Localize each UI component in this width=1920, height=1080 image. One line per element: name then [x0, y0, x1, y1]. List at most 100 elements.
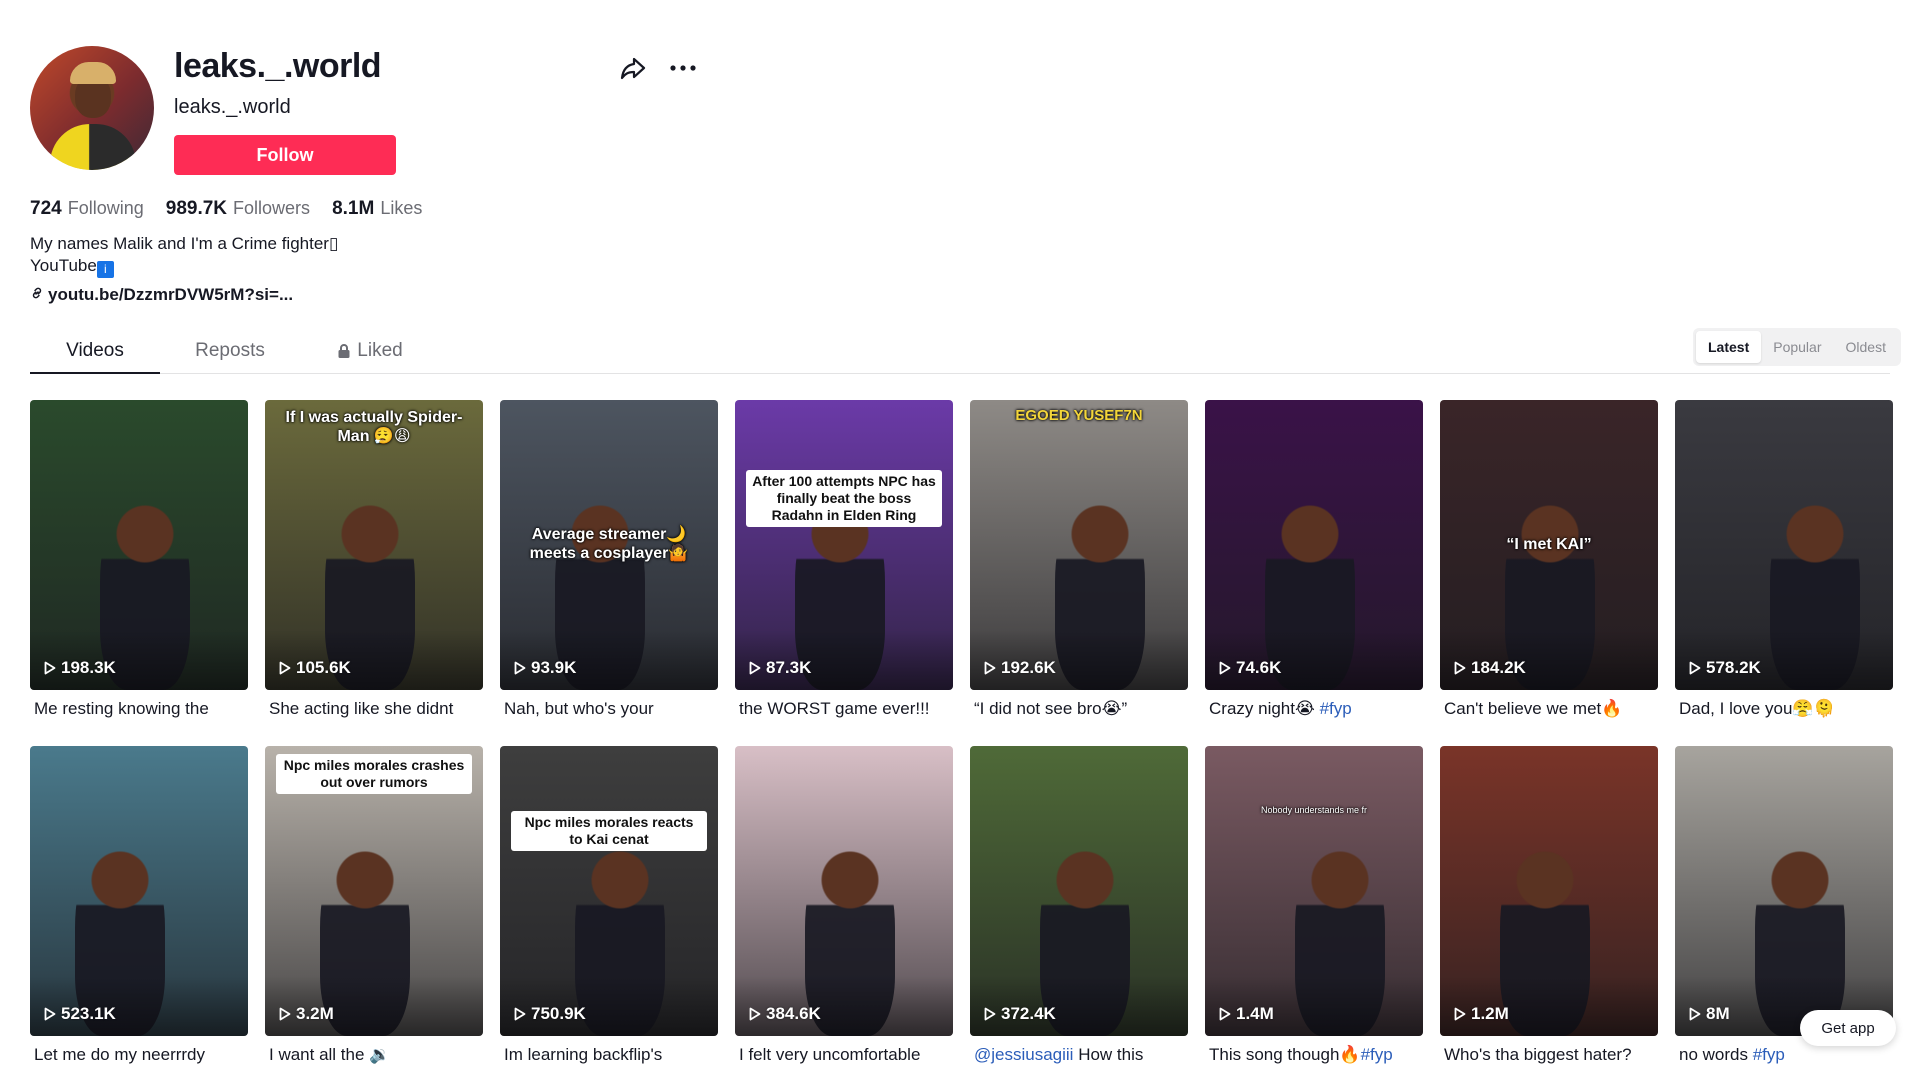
profile-username: leaks._.world — [174, 47, 382, 85]
video-description[interactable]: no words #fyp — [1675, 1044, 1893, 1068]
sort-oldest[interactable]: Oldest — [1834, 331, 1898, 363]
play-icon — [1219, 1007, 1231, 1021]
video-thumbnail[interactable]: Npc miles morales crashes out over rumor… — [265, 746, 483, 1036]
stat-following[interactable]: 724 Following — [30, 198, 144, 220]
video-description[interactable]: Im learning backflip's — [500, 1044, 718, 1068]
play-icon — [1454, 661, 1466, 675]
video-card[interactable]: Average streamer🌙 meets a cosplayer🤷 93.9… — [500, 400, 718, 722]
stat-likes: 8.1M Likes — [332, 198, 423, 219]
profile-actions — [620, 56, 696, 80]
video-card[interactable]: 1.2M Who's tha biggest hater? — [1440, 746, 1658, 1068]
view-count: 1.2M — [1454, 1004, 1509, 1024]
play-icon — [279, 1007, 291, 1021]
video-overlay-text: EGOED YUSEF7N — [1015, 407, 1143, 424]
play-icon — [749, 661, 761, 675]
video-description[interactable]: Me resting knowing the — [30, 698, 248, 722]
hashtag-link[interactable]: #fyp — [1361, 1045, 1393, 1064]
view-count: 372.4K — [984, 1004, 1056, 1024]
video-description[interactable]: Nah, but who's your — [500, 698, 718, 722]
hashtag-link[interactable]: @jessiusagiii — [974, 1045, 1073, 1064]
avatar[interactable] — [30, 46, 154, 170]
video-description[interactable]: Let me do my neerrrdy — [30, 1044, 248, 1068]
video-description[interactable]: This song though🔥#fyp — [1205, 1044, 1423, 1068]
bio-link[interactable]: youtu.be/DzzmrDVW5rM?si=... — [30, 285, 293, 305]
video-description[interactable]: “I did not see bro😭” — [970, 698, 1188, 722]
video-thumbnail[interactable]: “I met KAI” 184.2K — [1440, 400, 1658, 690]
more-icon[interactable] — [670, 64, 696, 72]
play-icon — [1454, 1007, 1466, 1021]
video-thumbnail[interactable]: 8M — [1675, 746, 1893, 1036]
lock-icon — [337, 340, 351, 365]
view-count: 1.4M — [1219, 1004, 1274, 1024]
tab-liked[interactable]: Liked — [300, 332, 440, 374]
play-icon — [279, 661, 291, 675]
link-icon — [30, 285, 44, 305]
tab-reposts[interactable]: Reposts — [160, 332, 300, 374]
video-overlay-text: Nobody understands me fr — [1260, 805, 1368, 815]
play-icon — [44, 661, 56, 675]
video-card[interactable]: Npc miles morales reacts to Kai cenat 750… — [500, 746, 718, 1068]
video-thumbnail[interactable]: If I was actually Spider-Man 😮‍💨😩 105.6K — [265, 400, 483, 690]
play-icon — [1689, 1007, 1701, 1021]
video-thumbnail[interactable]: EGOED YUSEF7N 192.6K — [970, 400, 1188, 690]
hashtag-link[interactable]: #fyp — [1753, 1045, 1785, 1064]
tab-videos[interactable]: Videos — [30, 332, 160, 374]
video-description[interactable]: Crazy night😭 #fyp — [1205, 698, 1423, 722]
play-icon — [984, 1007, 996, 1021]
sort-popular[interactable]: Popular — [1761, 331, 1833, 363]
video-card[interactable]: If I was actually Spider-Man 😮‍💨😩 105.6K S… — [265, 400, 483, 722]
play-icon — [1219, 661, 1231, 675]
video-thumbnail[interactable]: 1.2M — [1440, 746, 1658, 1036]
video-card[interactable]: 372.4K @jessiusagiii How this — [970, 746, 1188, 1068]
video-card[interactable]: Npc miles morales crashes out over rumor… — [265, 746, 483, 1068]
follow-button[interactable]: Follow — [174, 135, 396, 175]
view-count: 198.3K — [44, 658, 116, 678]
view-count: 105.6K — [279, 658, 351, 678]
video-card[interactable]: 74.6K Crazy night😭 #fyp — [1205, 400, 1423, 722]
view-count: 87.3K — [749, 658, 811, 678]
view-count: 523.1K — [44, 1004, 116, 1024]
play-icon — [749, 1007, 761, 1021]
video-card[interactable]: 578.2K Dad, I love you😤🫠 — [1675, 400, 1893, 722]
video-thumbnail[interactable]: 198.3K — [30, 400, 248, 690]
video-thumbnail[interactable]: Average streamer🌙 meets a cosplayer🤷 93.9… — [500, 400, 718, 690]
video-description[interactable]: Who's tha biggest hater? — [1440, 1044, 1658, 1068]
video-card[interactable]: “I met KAI” 184.2K Can't believe we met🔥 — [1440, 400, 1658, 722]
hashtag-link[interactable]: #fyp — [1320, 699, 1352, 718]
play-icon — [1689, 661, 1701, 675]
video-card[interactable]: 523.1K Let me do my neerrrdy — [30, 746, 248, 1068]
view-count: 93.9K — [514, 658, 576, 678]
video-thumbnail[interactable]: 523.1K — [30, 746, 248, 1036]
video-card[interactable]: After 100 attempts NPC has finally beat … — [735, 400, 953, 722]
video-description[interactable]: @jessiusagiii How this — [970, 1044, 1188, 1068]
view-count: 192.6K — [984, 658, 1056, 678]
sort-latest[interactable]: Latest — [1696, 331, 1762, 363]
play-icon — [984, 661, 996, 675]
video-description[interactable]: Dad, I love you😤🫠 — [1675, 698, 1893, 722]
bio-line-2: YouTube i — [30, 255, 630, 278]
video-thumbnail[interactable]: 384.6K — [735, 746, 953, 1036]
view-count: 74.6K — [1219, 658, 1281, 678]
video-card[interactable]: EGOED YUSEF7N 192.6K “I did not see bro😭” — [970, 400, 1188, 722]
stat-followers[interactable]: 989.7K Followers — [166, 198, 310, 220]
video-thumbnail[interactable]: 74.6K — [1205, 400, 1423, 690]
video-description[interactable]: She acting like she didnt — [265, 698, 483, 722]
video-thumbnail[interactable]: 578.2K — [1675, 400, 1893, 690]
video-card[interactable]: 384.6K I felt very uncomfortable — [735, 746, 953, 1068]
share-icon[interactable] — [620, 56, 646, 80]
video-card[interactable]: Nobody understands me fr 1.4M This song th… — [1205, 746, 1423, 1068]
video-overlay-text: Npc miles morales crashes out over rumor… — [276, 754, 472, 794]
video-description[interactable]: I want all the 🔉 — [265, 1044, 483, 1068]
video-thumbnail[interactable]: After 100 attempts NPC has finally beat … — [735, 400, 953, 690]
get-app-button[interactable]: Get app — [1800, 1010, 1896, 1046]
view-count: 184.2K — [1454, 658, 1526, 678]
profile-nickname: leaks._.world — [174, 96, 291, 118]
video-description[interactable]: Can't believe we met🔥 — [1440, 698, 1658, 722]
video-description[interactable]: I felt very uncomfortable — [735, 1044, 953, 1068]
video-thumbnail[interactable]: Nobody understands me fr 1.4M — [1205, 746, 1423, 1036]
video-thumbnail[interactable]: Npc miles morales reacts to Kai cenat 750… — [500, 746, 718, 1036]
bio-line-1: My names Malik and I'm a Crime fighter▯ — [30, 234, 339, 253]
video-thumbnail[interactable]: 372.4K — [970, 746, 1188, 1036]
video-card[interactable]: 198.3K Me resting knowing the — [30, 400, 248, 722]
video-description[interactable]: the WORST game ever!!! — [735, 698, 953, 722]
